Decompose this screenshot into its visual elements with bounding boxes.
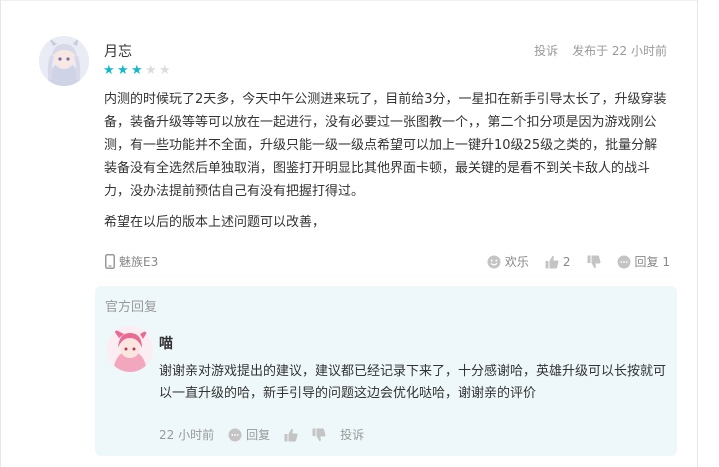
phone-icon [105,254,115,269]
report-link[interactable]: 投诉 [534,42,558,59]
review-body: 内测的时候玩了2天多，今天中午公测进来玩了，目前给3分，一星扣在新手引导太长了，… [104,92,667,199]
device-info: 魅族E3 [105,253,158,270]
like-count: 2 [562,254,571,269]
developer-name: 喵 [159,336,173,352]
smile-icon [487,255,501,268]
star-empty-icon: ★ [145,63,157,78]
official-reply-label: 回复 [246,428,271,442]
developer-avatar[interactable] [107,326,153,372]
device-name: 魅族E3 [119,255,159,269]
official-reply-time: 22 小时前 [159,428,215,442]
thumbs-down-icon [587,255,601,268]
star-filled-icon: ★ [131,63,143,78]
official-reply-text: 谢谢亲对游戏提出的建议，建议都已经记录下来了，十分感谢哈，英雄升级可以长按就可以… [159,364,667,401]
thumbs-up-icon [545,255,559,268]
reply-button[interactable]: 回复 1 [617,253,670,270]
thumbs-down-icon [312,428,326,441]
user-avatar[interactable] [39,36,89,86]
thumbs-up-icon [284,428,298,441]
official-dislike-button[interactable] [312,428,326,442]
comment-icon [617,255,631,268]
official-reply-box: 官方回复 喵 谢谢亲对游戏提出的建议，建议都已经记录下来了，十分感谢哈，英雄升级… [95,286,677,456]
fun-label: 欢乐 [504,255,529,269]
official-reply-button[interactable]: 回复 [228,426,270,443]
review-actions: 欢乐 2 回复 1 [487,253,670,270]
official-reply-footer: 22 小时前 回复 投诉 [159,426,364,443]
like-button[interactable]: 2 [545,255,571,269]
username[interactable]: 月忘 [104,41,132,61]
official-reply-title: 官方回复 [105,300,158,315]
frame-top-border [0,0,698,1]
frame-left-border [0,0,1,467]
official-report-link[interactable]: 投诉 [340,426,364,443]
star-empty-icon: ★ [159,63,171,78]
fun-button[interactable]: 欢乐 [487,253,529,270]
rating-stars: ★ ★ ★ ★ ★ [103,64,172,77]
star-filled-icon: ★ [117,63,129,78]
post-time: 发布于 22 小时前 [572,44,667,58]
star-filled-icon: ★ [103,63,115,78]
review-meta: 投诉 发布于 22 小时前 [534,42,667,59]
review-body-closing: 希望在以后的版本上述问题可以改善， [104,215,326,230]
reply-label: 回复 1 [634,255,670,269]
official-like-button[interactable] [284,428,298,442]
frame-right-border [697,0,698,467]
dislike-button[interactable] [587,255,601,269]
comment-icon [228,428,242,441]
